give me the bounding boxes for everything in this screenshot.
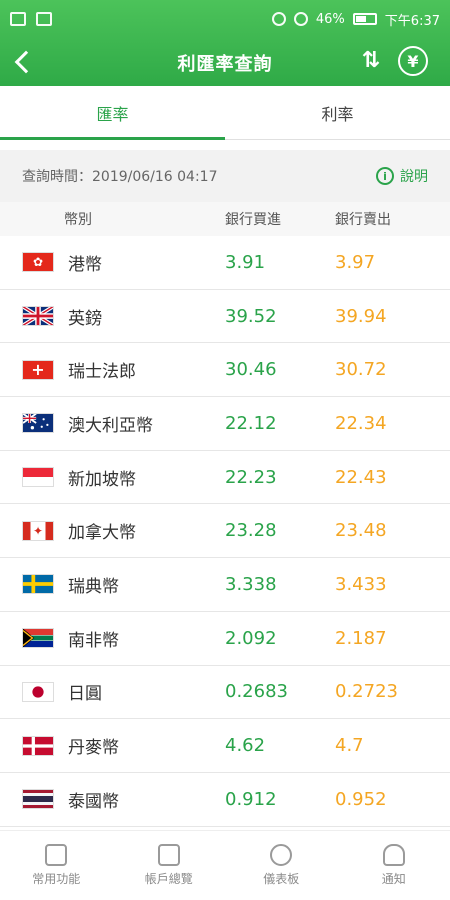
- header-currency: 幣別: [64, 212, 92, 228]
- heart-house-icon: [45, 844, 68, 866]
- denmark-flag-icon: [22, 735, 54, 756]
- column-headers: 幣別 銀行買進 銀行賣出: [0, 202, 450, 236]
- info-button[interactable]: i 說明: [376, 166, 428, 186]
- buy-rate: 3.338: [225, 573, 277, 595]
- sell-rate: 3.97: [335, 251, 376, 273]
- alarm-icon: [271, 12, 286, 26]
- rate-row[interactable]: 丹麥幣 4.62 4.7: [0, 719, 450, 773]
- sell-rate: 2.187: [335, 627, 387, 649]
- australia-flag-icon: [22, 413, 54, 434]
- status-bar: 46% 下午6:37: [0, 0, 450, 38]
- buy-rate: 23.28: [225, 520, 277, 542]
- header-buy: 銀行買進: [225, 212, 281, 228]
- app-header: 46% 下午6:37 利匯率查詢 ⇅ ¥: [0, 0, 450, 86]
- sell-rate: 3.433: [335, 573, 387, 595]
- header-sell: 銀行賣出: [335, 212, 391, 228]
- currency-name: 加拿大幣: [68, 523, 136, 544]
- gauge-icon: [270, 844, 293, 866]
- hongkong-flag-icon: ✿: [22, 252, 54, 273]
- sell-rate: 0.952: [335, 788, 387, 810]
- battery-percent: 46%: [315, 11, 345, 27]
- nav-label: 帳戶總覽: [144, 872, 193, 886]
- rate-row[interactable]: 泰國幣 0.912 0.952: [0, 773, 450, 827]
- rate-row[interactable]: 瑞典幣 3.338 3.433: [0, 558, 450, 612]
- currency-name: 瑞典幣: [68, 576, 119, 597]
- thailand-flag-icon: [22, 789, 54, 810]
- uk-flag-icon: [22, 306, 54, 327]
- sell-rate: 39.94: [335, 305, 387, 327]
- currency-exchange-icon[interactable]: ¥: [398, 46, 428, 76]
- currency-name: 瑞士法郎: [68, 362, 136, 383]
- nav-label: 儀表板: [263, 872, 300, 886]
- canada-flag-icon: ✦: [22, 520, 54, 541]
- buy-rate: 0.912: [225, 788, 277, 810]
- currency-name: 丹麥幣: [68, 738, 119, 759]
- japan-flag-icon: [22, 681, 54, 702]
- sell-rate: 30.72: [335, 359, 387, 381]
- image-icon: [10, 12, 26, 26]
- rate-row[interactable]: ✿ 港幣 3.91 3.97: [0, 236, 450, 290]
- sell-rate: 4.7: [335, 735, 364, 757]
- nav-dashboard[interactable]: 儀表板: [225, 831, 338, 900]
- rate-row[interactable]: ✦ 加拿大幣 23.28 23.48: [0, 504, 450, 559]
- buy-rate: 22.12: [225, 412, 277, 434]
- rate-row[interactable]: 英鎊 39.52 39.94: [0, 290, 450, 344]
- currency-name: 泰國幣: [68, 791, 119, 812]
- currency-name: 港幣: [68, 254, 102, 275]
- navbar: 利匯率查詢 ⇅ ¥: [0, 38, 450, 86]
- rate-tabs: 匯率 利率: [0, 86, 450, 140]
- battery-icon: [352, 13, 377, 25]
- nav-common-functions[interactable]: 常用功能: [0, 831, 113, 900]
- info-icon: i: [376, 167, 394, 185]
- sweden-flag-icon: [22, 574, 54, 595]
- info-label: 說明: [400, 169, 428, 185]
- currency-name: 英鎊: [68, 308, 102, 329]
- sell-rate: 0.2723: [335, 681, 398, 703]
- buy-rate: 4.62: [225, 735, 266, 757]
- sell-rate: 22.34: [335, 412, 387, 434]
- buy-rate: 0.2683: [225, 681, 288, 703]
- bell-icon: [382, 844, 405, 866]
- tab-interest-rate[interactable]: 利率: [225, 86, 450, 139]
- south-africa-flag-icon: [22, 628, 54, 649]
- rate-row[interactable]: + 瑞士法郎 30.46 30.72: [0, 343, 450, 398]
- buy-rate: 22.23: [225, 466, 277, 488]
- document-dollar-icon: [157, 844, 180, 866]
- currency-name: 日圓: [68, 684, 102, 705]
- sell-rate: 23.48: [335, 520, 387, 542]
- buy-rate: 2.092: [225, 627, 277, 649]
- buy-rate: 3.91: [225, 251, 266, 273]
- currency-name: 南非幣: [68, 630, 119, 651]
- page-title: 利匯率查詢: [177, 54, 273, 75]
- nav-label: 常用功能: [32, 872, 81, 886]
- singapore-flag-icon: [22, 467, 54, 488]
- nav-label: 通知: [381, 872, 406, 886]
- rate-row[interactable]: 日圓 0.2683 0.2723: [0, 666, 450, 720]
- currency-name: 新加坡幣: [68, 469, 136, 490]
- buy-rate: 30.46: [225, 359, 277, 381]
- query-time-bar: 查詢時間：2019/06/16 04:17 i 說明: [0, 150, 450, 202]
- sell-rate: 22.43: [335, 466, 387, 488]
- wifi-icon: [293, 12, 308, 26]
- nav-notifications[interactable]: 通知: [338, 831, 450, 900]
- clock: 下午6:37: [384, 13, 440, 29]
- rate-row[interactable]: 澳大利亞幣 22.12 22.34: [0, 397, 450, 451]
- query-time: 查詢時間：2019/06/16 04:17: [22, 169, 218, 185]
- tab-exchange-rate[interactable]: 匯率: [0, 86, 225, 140]
- bottom-nav: 常用功能 帳戶總覽 儀表板 通知: [0, 830, 450, 900]
- buy-rate: 39.52: [225, 305, 277, 327]
- rate-row[interactable]: 新加坡幣 22.23 22.43: [0, 451, 450, 505]
- switzerland-flag-icon: +: [22, 359, 54, 380]
- nav-accounts-overview[interactable]: 帳戶總覽: [113, 831, 226, 900]
- notification-icon: [36, 12, 52, 26]
- rate-list: ✿ 港幣 3.91 3.97 英鎊 39.52 39.94 + 瑞士法郎 30.…: [0, 236, 450, 827]
- swap-icon[interactable]: ⇅: [362, 48, 380, 73]
- currency-name: 澳大利亞幣: [68, 415, 153, 436]
- rate-row[interactable]: 南非幣 2.092 2.187: [0, 612, 450, 666]
